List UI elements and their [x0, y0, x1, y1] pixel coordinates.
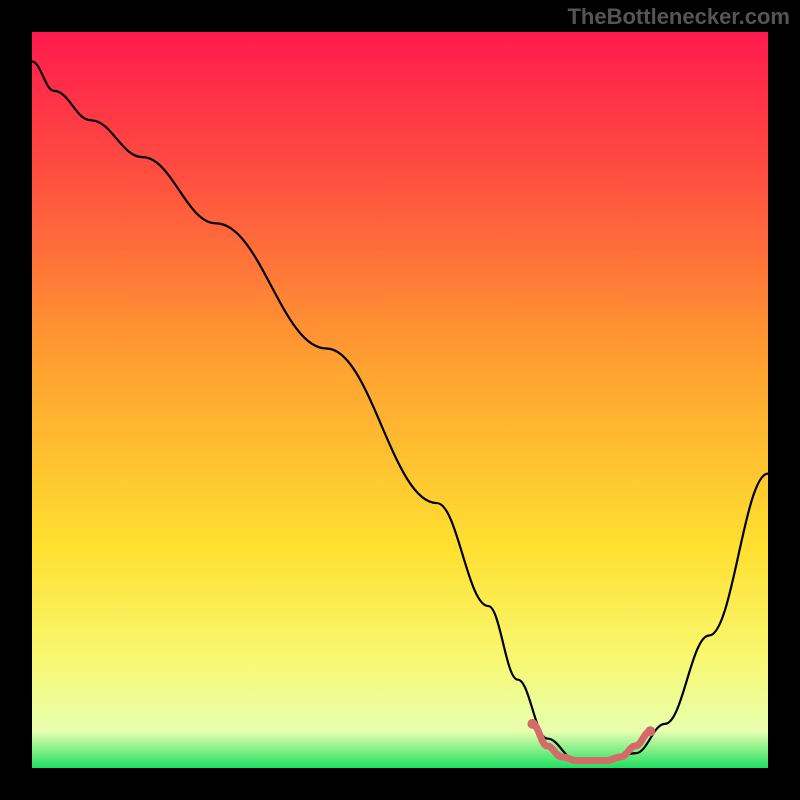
chart-svg — [32, 32, 768, 768]
gradient-background — [32, 32, 768, 768]
chart-container: TheBottlenecker.com — [0, 0, 800, 800]
watermark-text: TheBottlenecker.com — [567, 4, 790, 30]
plot-area — [32, 32, 768, 768]
